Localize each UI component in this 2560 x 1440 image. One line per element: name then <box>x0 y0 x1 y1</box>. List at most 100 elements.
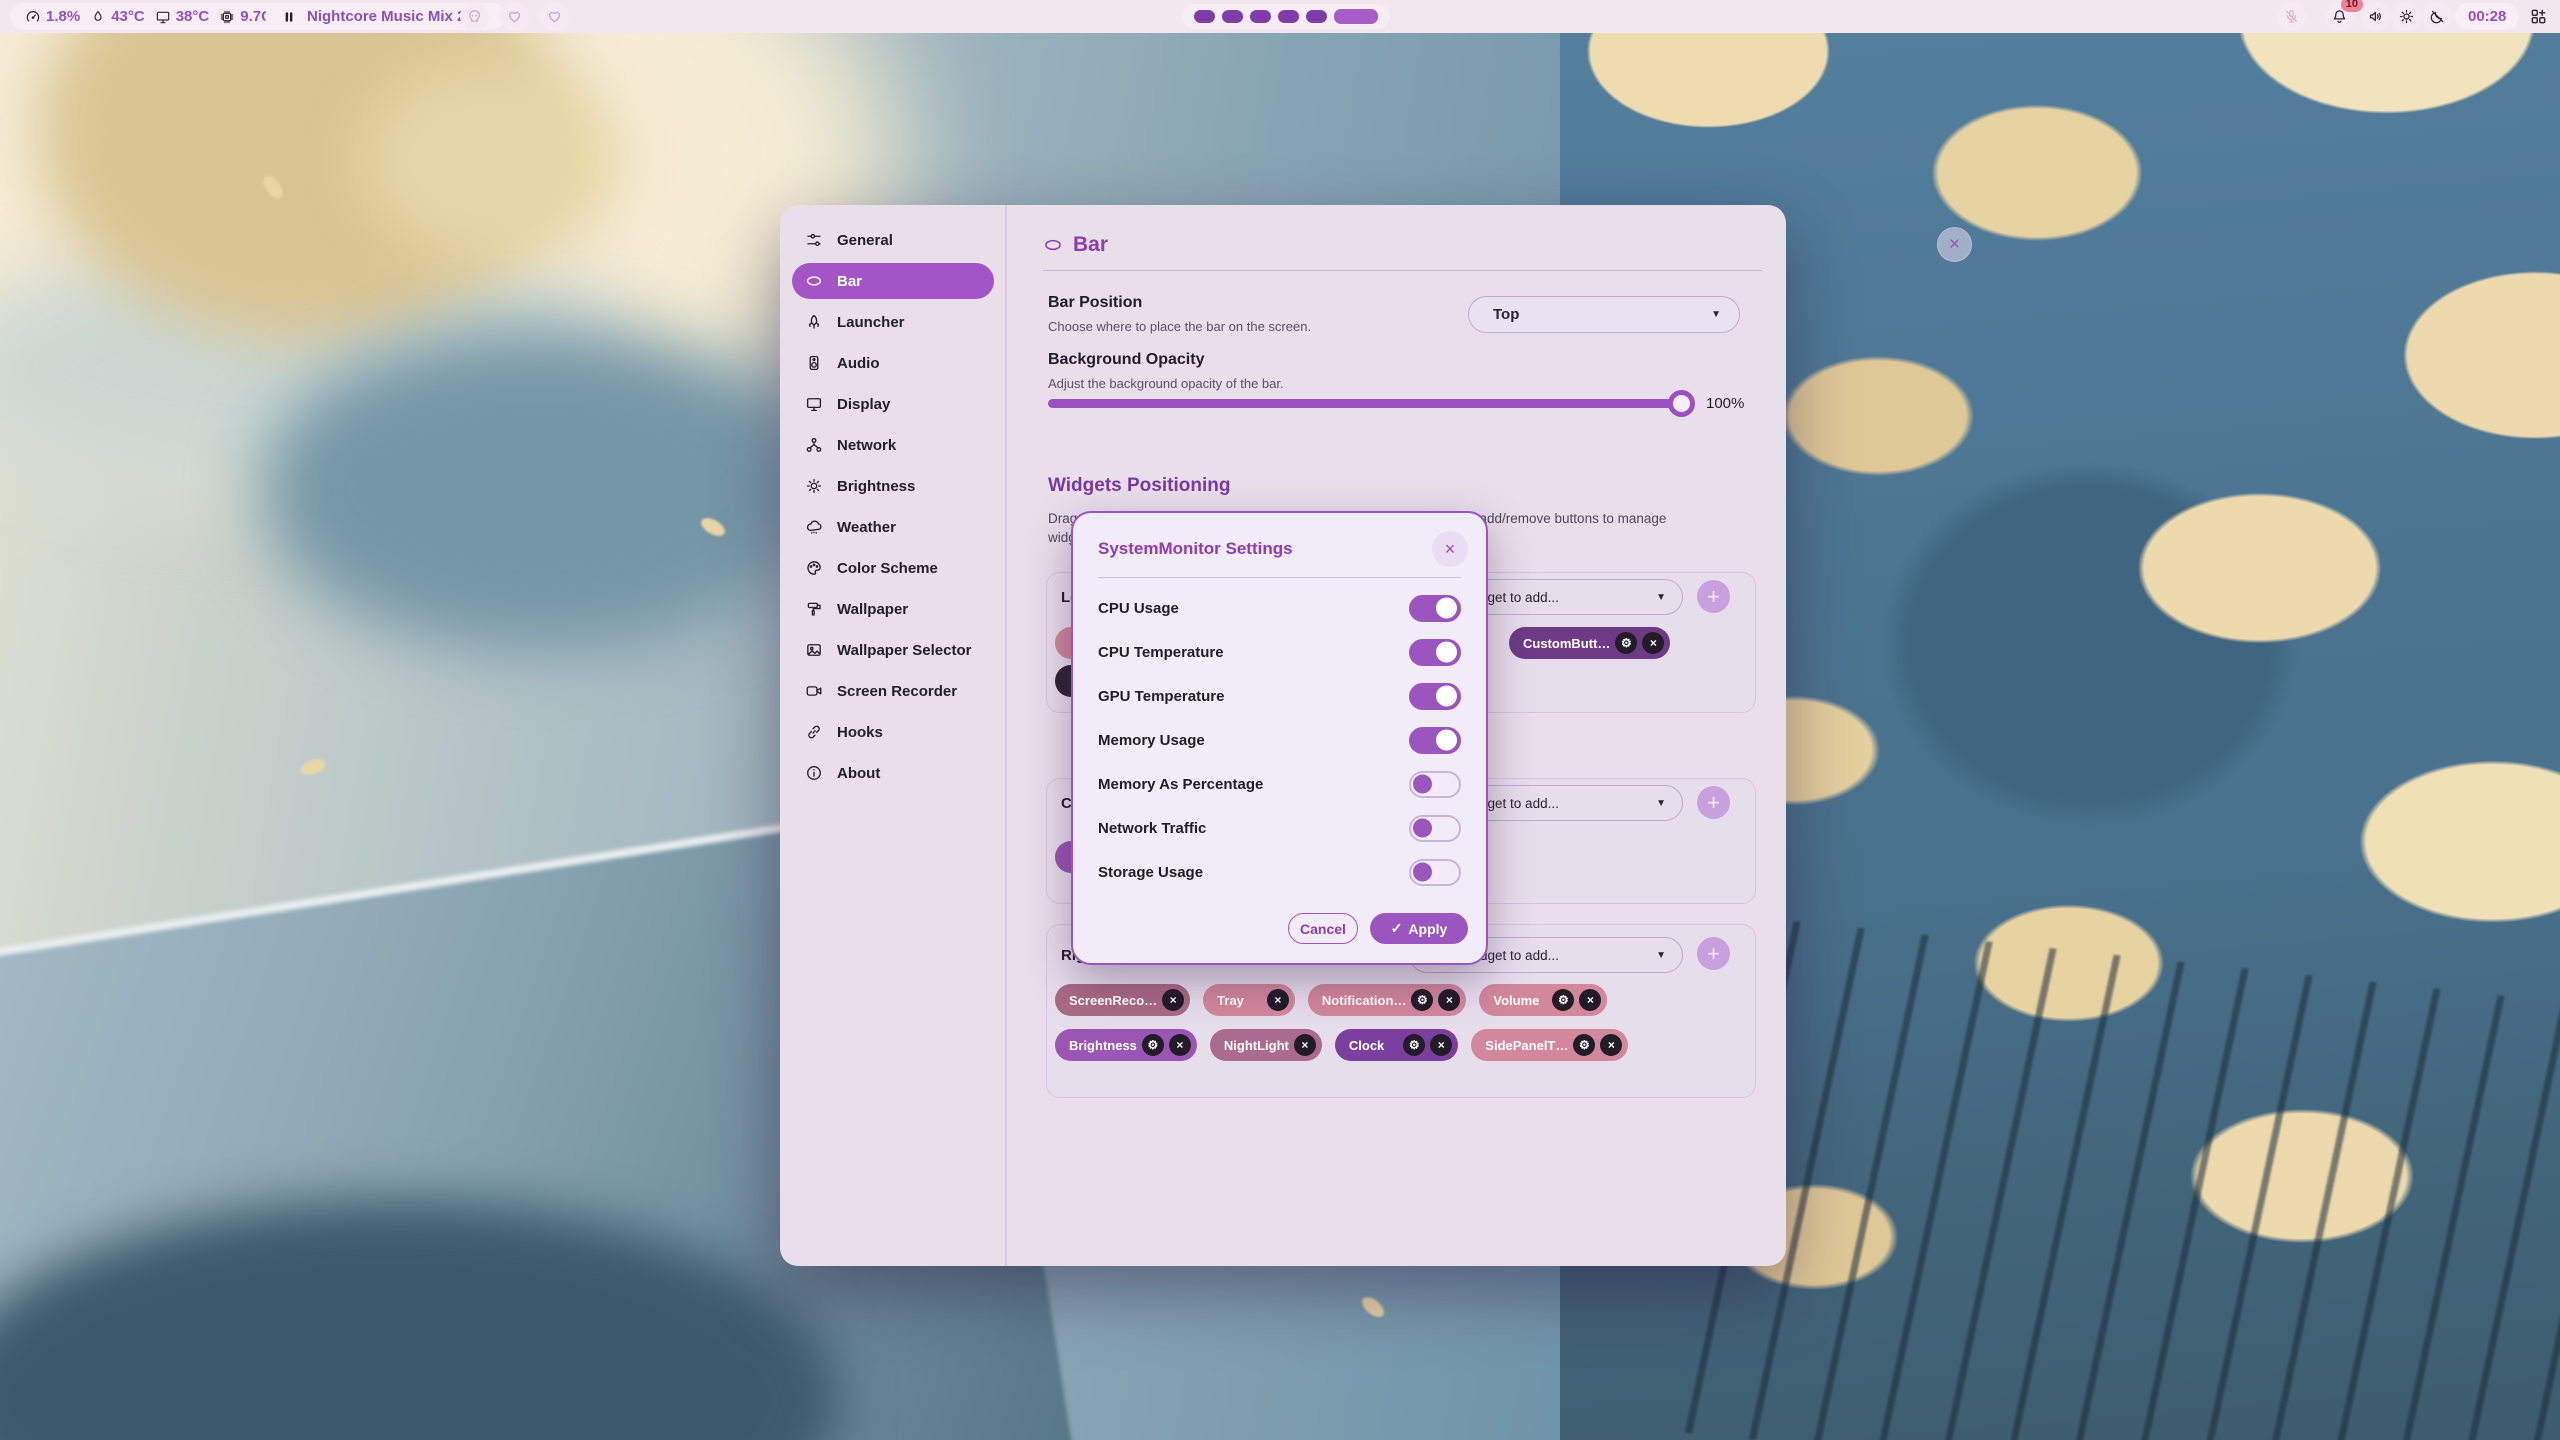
widget-chip-custombutton[interactable]: CustomButt… ⚙ × <box>1509 627 1670 659</box>
close-button[interactable]: × <box>1937 227 1972 262</box>
toggle-label: Memory Usage <box>1098 732 1205 749</box>
widget-chip-sidepanel[interactable]: SidePanelT… ⚙ × <box>1471 1029 1628 1061</box>
dialog-close-button[interactable]: × <box>1432 531 1468 567</box>
widget-chip-clock[interactable]: Clock ⚙ × <box>1335 1029 1458 1061</box>
sidebar-item-wallpaper[interactable]: Wallpaper <box>792 591 994 627</box>
memory-as-percentage-toggle[interactable] <box>1409 771 1461 798</box>
workspace-dot[interactable] <box>1194 10 1215 23</box>
widget-chip-screenrecorder[interactable]: ScreenReco… × <box>1055 984 1190 1016</box>
cpu-temperature-toggle[interactable] <box>1409 639 1461 666</box>
sidebar-item-hooks[interactable]: Hooks <box>792 714 994 750</box>
background-opacity-description: Adjust the background opacity of the bar… <box>1048 376 1284 391</box>
toggle-label: GPU Temperature <box>1098 688 1224 705</box>
cpu-usage-toggle[interactable] <box>1409 595 1461 622</box>
paint-roller-icon <box>805 600 823 618</box>
sidebar-item-label: Color Scheme <box>837 560 938 577</box>
gear-icon[interactable]: ⚙ <box>1142 1034 1164 1056</box>
heart-icon <box>506 8 523 25</box>
workspace-dot[interactable] <box>1222 10 1243 23</box>
sidebar-item-screen-recorder[interactable]: Screen Recorder <box>792 673 994 709</box>
sidebar-item-about[interactable]: About <box>792 755 994 791</box>
storage-usage-toggle[interactable] <box>1409 859 1461 886</box>
toggle-row-network-traffic: Network Traffic <box>1098 806 1461 850</box>
system-stats-pill[interactable]: 1.8% 43°C 38°C 9.7G <box>10 3 288 30</box>
sidebar-item-label: Launcher <box>837 314 905 331</box>
heart-button[interactable] <box>500 2 529 31</box>
workspace-dot[interactable] <box>1250 10 1271 23</box>
bar-position-select[interactable]: Top ▼ <box>1468 296 1740 333</box>
add-widget-button[interactable]: + <box>1697 937 1730 970</box>
sidebar-item-brightness[interactable]: Brightness <box>792 468 994 504</box>
clock[interactable]: 00:28 <box>2455 3 2519 30</box>
sidebar-item-general[interactable]: General <box>792 222 994 258</box>
workspace-dot[interactable] <box>1278 10 1299 23</box>
wallpaper-leaf <box>1359 1293 1388 1320</box>
close-icon: × <box>1445 539 1456 560</box>
remove-icon[interactable]: × <box>1438 989 1460 1011</box>
toggle-row-cpu-temperature: CPU Temperature <box>1098 630 1461 674</box>
systemmonitor-settings-dialog: SystemMonitor Settings × CPU Usage CPU T… <box>1071 511 1488 965</box>
remove-icon[interactable]: × <box>1642 632 1664 654</box>
workspace-dot[interactable] <box>1306 10 1327 23</box>
sidebar-item-label: Network <box>837 437 896 454</box>
sidebar-item-bar[interactable]: Bar <box>792 263 994 299</box>
skull-button[interactable] <box>460 2 489 31</box>
sidebar-item-wallpaper-selector[interactable]: Wallpaper Selector <box>792 632 994 668</box>
volume-button[interactable] <box>2361 2 2390 31</box>
gear-icon[interactable]: ⚙ <box>1552 989 1574 1011</box>
widget-chip-label: Clock <box>1349 1038 1398 1053</box>
right-widgets-row-2: Brightness ⚙ × NightLight × Clock ⚙ × Si… <box>1055 1029 1747 1061</box>
apply-button[interactable]: ✓ Apply <box>1370 913 1468 944</box>
remove-icon[interactable]: × <box>1162 989 1184 1011</box>
divider <box>1043 270 1762 271</box>
workspace-dot-active[interactable] <box>1334 9 1378 24</box>
heart-button[interactable] <box>540 2 569 31</box>
remove-icon[interactable]: × <box>1579 989 1601 1011</box>
gpu-temp-value: 38°C <box>176 8 210 25</box>
remove-icon[interactable]: × <box>1294 1034 1316 1056</box>
gear-icon[interactable]: ⚙ <box>1573 1034 1595 1056</box>
toggle-knob <box>1436 686 1457 707</box>
add-widget-button[interactable]: + <box>1697 786 1730 819</box>
widget-chip-tray[interactable]: Tray × <box>1203 984 1295 1016</box>
remove-icon[interactable]: × <box>1267 989 1289 1011</box>
widget-chip-volume[interactable]: Volume ⚙ × <box>1479 984 1607 1016</box>
workspace-indicator[interactable] <box>1182 4 1390 29</box>
night-light-button[interactable] <box>2423 2 2452 31</box>
notifications-button[interactable]: 10 <box>2325 2 2354 31</box>
widget-chip-notifications[interactable]: Notification… ⚙ × <box>1308 984 1467 1016</box>
remove-icon[interactable]: × <box>1600 1034 1622 1056</box>
network-traffic-toggle[interactable] <box>1409 815 1461 842</box>
widget-chip-nightlight[interactable]: NightLight × <box>1210 1029 1322 1061</box>
sidebar-item-network[interactable]: Network <box>792 427 994 463</box>
widget-chip-label: Volume <box>1493 993 1547 1008</box>
dashboard-button[interactable] <box>2524 2 2553 31</box>
add-widget-button[interactable]: + <box>1697 580 1730 613</box>
sidebar-item-audio[interactable]: Audio <box>792 345 994 381</box>
sliders-icon <box>805 231 823 249</box>
settings-sidebar: General Bar Launcher Audio Display Netwo… <box>780 205 1007 1266</box>
sidebar-item-color-scheme[interactable]: Color Scheme <box>792 550 994 586</box>
chip-icon <box>219 9 235 25</box>
rocket-icon <box>805 313 823 331</box>
widget-chip-brightness[interactable]: Brightness ⚙ × <box>1055 1029 1197 1061</box>
sidebar-item-launcher[interactable]: Launcher <box>792 304 994 340</box>
gear-icon[interactable]: ⚙ <box>1411 989 1433 1011</box>
gpu-temperature-toggle[interactable] <box>1409 683 1461 710</box>
gear-icon[interactable]: ⚙ <box>1615 632 1637 654</box>
cancel-button[interactable]: Cancel <box>1288 913 1358 944</box>
memory-usage-toggle[interactable] <box>1409 727 1461 754</box>
mic-muted-button[interactable] <box>2277 2 2306 31</box>
remove-icon[interactable]: × <box>1169 1034 1191 1056</box>
sidebar-item-weather[interactable]: Weather <box>792 509 994 545</box>
brightness-button[interactable] <box>2392 2 2421 31</box>
widget-chip-label: NightLight <box>1224 1038 1289 1053</box>
gear-icon[interactable]: ⚙ <box>1403 1034 1425 1056</box>
widget-chip-label: Tray <box>1217 993 1262 1008</box>
opacity-slider-track[interactable] <box>1048 399 1688 408</box>
sun-icon <box>805 477 823 495</box>
remove-icon[interactable]: × <box>1430 1034 1452 1056</box>
toggle-list: CPU Usage CPU Temperature GPU Temperatur… <box>1098 586 1461 894</box>
sidebar-item-display[interactable]: Display <box>792 386 994 422</box>
opacity-slider-handle[interactable] <box>1668 390 1695 417</box>
